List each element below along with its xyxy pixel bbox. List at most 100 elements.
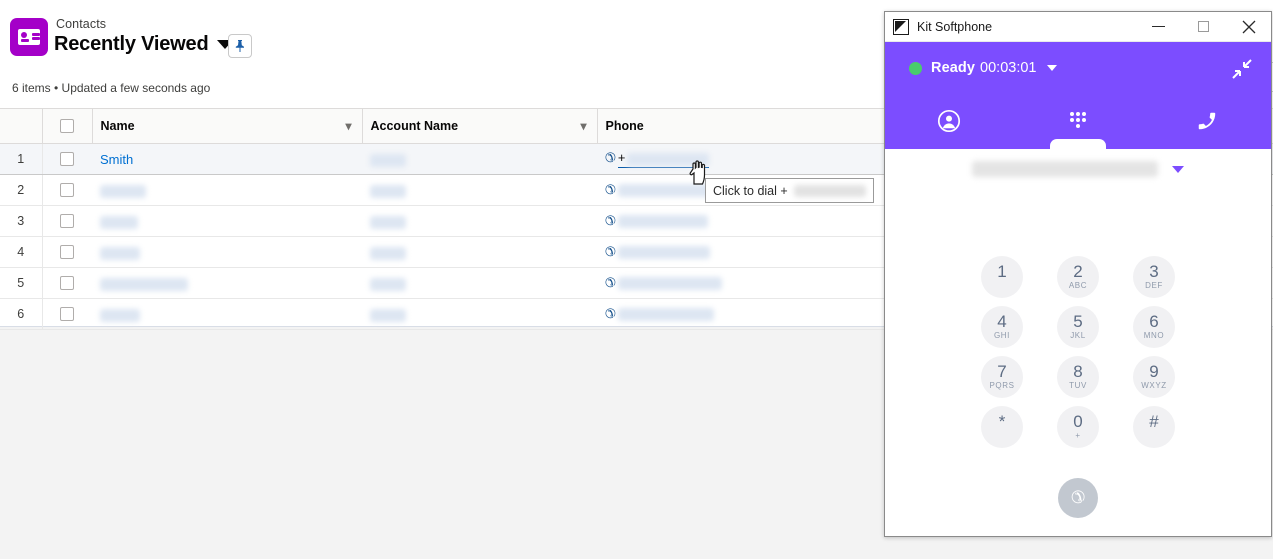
cell-name[interactable]	[92, 205, 362, 237]
dialpad-key-2[interactable]: 2 ABC	[1057, 256, 1099, 298]
list-view-selector[interactable]: Recently Viewed	[54, 33, 234, 56]
dialpad-key-8[interactable]: 8 TUV	[1057, 356, 1099, 398]
column-header-phone[interactable]: Phone	[597, 108, 883, 144]
key-digit: 2	[1073, 262, 1083, 281]
cell-account-name[interactable]	[362, 205, 597, 237]
cell-phone[interactable]: ✆	[597, 267, 883, 299]
pin-button[interactable]	[228, 34, 252, 58]
dialpad-key-3[interactable]: 3 DEF	[1133, 256, 1175, 298]
dialpad-key-6[interactable]: 6 MNO	[1133, 306, 1175, 348]
redacted-phone	[617, 184, 716, 198]
tab-dialpad[interactable]	[1014, 92, 1143, 149]
row-select-cell[interactable]	[42, 143, 92, 175]
key-digit: 7	[997, 362, 1007, 381]
row-checkbox[interactable]	[60, 276, 75, 290]
chevron-down-icon[interactable]	[1172, 165, 1184, 173]
chevron-down-icon[interactable]: ▾	[345, 120, 351, 132]
row-select-cell[interactable]	[42, 298, 92, 330]
chevron-down-icon[interactable]	[1047, 65, 1058, 71]
cell-name[interactable]: Smith	[92, 143, 362, 175]
maximize-icon	[1198, 21, 1209, 32]
dialpad-key-9[interactable]: 9 WXYZ	[1133, 356, 1175, 398]
dialpad-key-5[interactable]: 5 JKL	[1057, 306, 1099, 348]
dialpad-key-0[interactable]: 0 +	[1057, 406, 1099, 448]
softphone-tabs	[885, 92, 1271, 149]
row-number-header	[0, 108, 43, 144]
row-select-cell[interactable]	[42, 205, 92, 237]
row-checkbox[interactable]	[60, 214, 75, 228]
column-header-name[interactable]: Name ▾	[92, 108, 363, 144]
row-checkbox[interactable]	[60, 307, 75, 321]
key-letters: PQRS	[989, 381, 1015, 390]
softphone-titlebar[interactable]: Kit Softphone	[885, 12, 1271, 42]
list-meta: 6 items • Updated a few seconds ago	[12, 81, 211, 95]
tooltip-redacted-number	[793, 184, 866, 197]
row-select-cell[interactable]	[42, 174, 92, 206]
cell-name[interactable]	[92, 236, 362, 268]
row-select-cell[interactable]	[42, 267, 92, 299]
softphone-window: Kit Softphone Ready 00:03:01 1 2 ABC 3 D…	[884, 11, 1272, 537]
key-digit: 3	[1149, 262, 1159, 281]
select-all-header[interactable]	[42, 108, 93, 144]
app-logo-icon	[893, 18, 909, 35]
pin-icon	[235, 40, 244, 52]
dialpad-key-4[interactable]: 4 GHI	[981, 306, 1023, 348]
column-label: Account Name	[370, 119, 459, 133]
key-letters: MNO	[1143, 331, 1165, 340]
cell-account-name[interactable]	[362, 143, 597, 175]
row-checkbox[interactable]	[60, 152, 75, 166]
number-field-row[interactable]	[885, 161, 1271, 177]
cell-account-name[interactable]	[362, 298, 597, 330]
tab-calls[interactable]	[1142, 92, 1271, 149]
phone-handset-icon: ✆	[605, 213, 616, 228]
column-label: Name	[100, 119, 135, 133]
minimize-button[interactable]	[1136, 12, 1181, 42]
column-label: Phone	[605, 119, 644, 133]
tooltip-text: Click to dial +	[713, 183, 788, 198]
cell-phone[interactable]: ✆	[597, 236, 883, 268]
row-select-cell[interactable]	[42, 236, 92, 268]
cell-phone[interactable]: ✆	[597, 205, 883, 237]
contact-name-link[interactable]: Smith	[100, 152, 133, 167]
key-letters: ABC	[1068, 281, 1088, 290]
redacted-name	[100, 184, 146, 198]
cell-phone[interactable]: ✆	[597, 298, 883, 330]
key-letters: +	[1075, 431, 1081, 440]
redacted-name	[100, 215, 138, 229]
agent-status[interactable]: Ready 00:03:01	[909, 60, 1058, 76]
select-all-checkbox[interactable]	[60, 119, 74, 133]
maximize-button[interactable]	[1181, 12, 1226, 42]
number-input[interactable]	[972, 161, 1158, 177]
column-header-account-name[interactable]: Account Name ▾	[362, 108, 598, 144]
key-letters: DEF	[1145, 281, 1163, 290]
status-indicator-dot	[909, 61, 922, 75]
dialpad-key-star[interactable]: *	[981, 406, 1023, 448]
cell-phone[interactable]: ✆ +	[597, 143, 883, 175]
redacted-phone	[617, 246, 710, 260]
softphone-body: 1 2 ABC 3 DEF 4 GHI 5 JKL 6 MNO 7 PQRS 8 TUV 9 WXYZ * 0 + # …	[885, 149, 1271, 536]
cell-account-name[interactable]	[362, 236, 597, 268]
row-checkbox[interactable]	[60, 245, 75, 259]
close-icon	[1242, 20, 1255, 33]
key-digit: 5	[1073, 312, 1083, 331]
chevron-down-icon[interactable]: ▾	[580, 120, 586, 132]
cell-name[interactable]	[92, 298, 362, 330]
dialpad-key-7[interactable]: 7 PQRS	[981, 356, 1023, 398]
cell-account-name[interactable]	[362, 267, 597, 299]
dialpad: 1 2 ABC 3 DEF 4 GHI 5 JKL 6 MNO 7 PQRS 8 TUV 9 WXYZ * 0 + #	[964, 256, 1192, 448]
row-checkbox[interactable]	[60, 183, 75, 197]
row-number: 3	[0, 205, 43, 237]
cell-name[interactable]	[92, 174, 362, 206]
cell-account-name[interactable]	[362, 174, 597, 206]
call-button[interactable]: ✆	[1058, 478, 1098, 518]
key-letters: GHI	[993, 331, 1011, 340]
dialpad-key-1[interactable]: 1	[981, 256, 1023, 298]
tab-contacts[interactable]	[885, 92, 1014, 149]
window-title: Kit Softphone	[917, 19, 993, 34]
collapse-icon[interactable]	[1231, 58, 1253, 80]
click-to-dial-tooltip: Click to dial +	[705, 178, 874, 203]
status-label: Ready	[931, 60, 976, 76]
dialpad-key-hash[interactable]: #	[1133, 406, 1175, 448]
cell-name[interactable]	[92, 267, 362, 299]
close-button[interactable]	[1226, 12, 1271, 42]
